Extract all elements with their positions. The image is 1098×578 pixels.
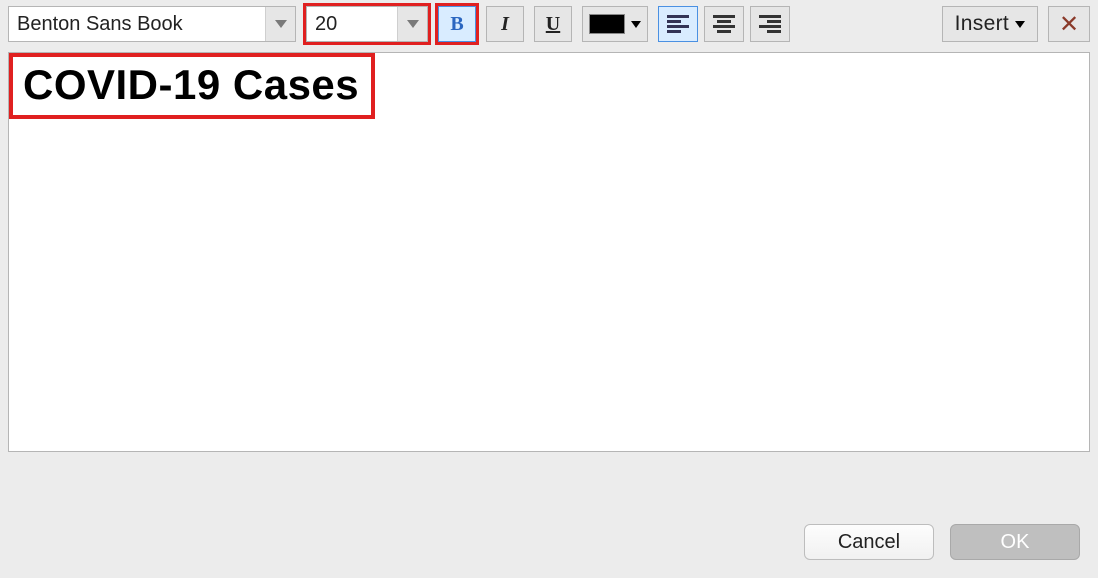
font-name-select[interactable]: Benton Sans Book <box>8 6 296 42</box>
font-size-value: 20 <box>315 13 337 36</box>
font-name-value: Benton Sans Book <box>17 13 183 36</box>
bold-label: B <box>450 13 463 36</box>
text-editor[interactable]: COVID-19 Cases <box>8 52 1090 452</box>
align-left-button[interactable] <box>658 6 698 42</box>
close-icon: ✕ <box>1059 10 1079 39</box>
editor-area-wrap: COVID-19 Cases <box>8 52 1090 452</box>
cancel-button[interactable]: Cancel <box>804 524 934 560</box>
align-center-button[interactable] <box>704 6 744 42</box>
align-right-button[interactable] <box>750 6 790 42</box>
ok-label: OK <box>1001 531 1030 554</box>
align-center-icon <box>713 15 735 33</box>
align-left-icon <box>667 15 689 33</box>
font-name-dropdown-arrow[interactable] <box>265 7 295 41</box>
bold-button[interactable]: B <box>438 6 476 42</box>
chevron-down-icon <box>275 20 287 28</box>
title-highlight-box: COVID-19 Cases <box>9 53 375 119</box>
text-format-toolbar: Benton Sans Book 20 B I U <box>0 0 1098 48</box>
ok-button[interactable]: OK <box>950 524 1080 560</box>
clear-button[interactable]: ✕ <box>1048 6 1090 42</box>
title-text[interactable]: COVID-19 Cases <box>15 57 371 117</box>
chevron-down-icon <box>1015 21 1025 28</box>
color-swatch-icon <box>589 14 625 34</box>
underline-button[interactable]: U <box>534 6 572 42</box>
italic-button[interactable]: I <box>486 6 524 42</box>
dialog-root: Benton Sans Book 20 B I U <box>0 0 1098 578</box>
align-right-icon <box>759 15 781 33</box>
font-size-dropdown-arrow[interactable] <box>397 7 427 41</box>
chevron-down-icon <box>631 21 641 28</box>
dialog-footer: Cancel OK <box>0 510 1098 578</box>
font-size-select[interactable]: 20 <box>306 6 428 42</box>
chevron-down-icon <box>407 20 419 28</box>
text-color-button[interactable] <box>582 6 648 42</box>
cancel-label: Cancel <box>838 531 900 554</box>
italic-label: I <box>501 13 509 36</box>
insert-label: Insert <box>955 12 1009 36</box>
insert-button[interactable]: Insert <box>942 6 1038 42</box>
underline-label: U <box>546 13 560 36</box>
alignment-group <box>658 6 790 42</box>
